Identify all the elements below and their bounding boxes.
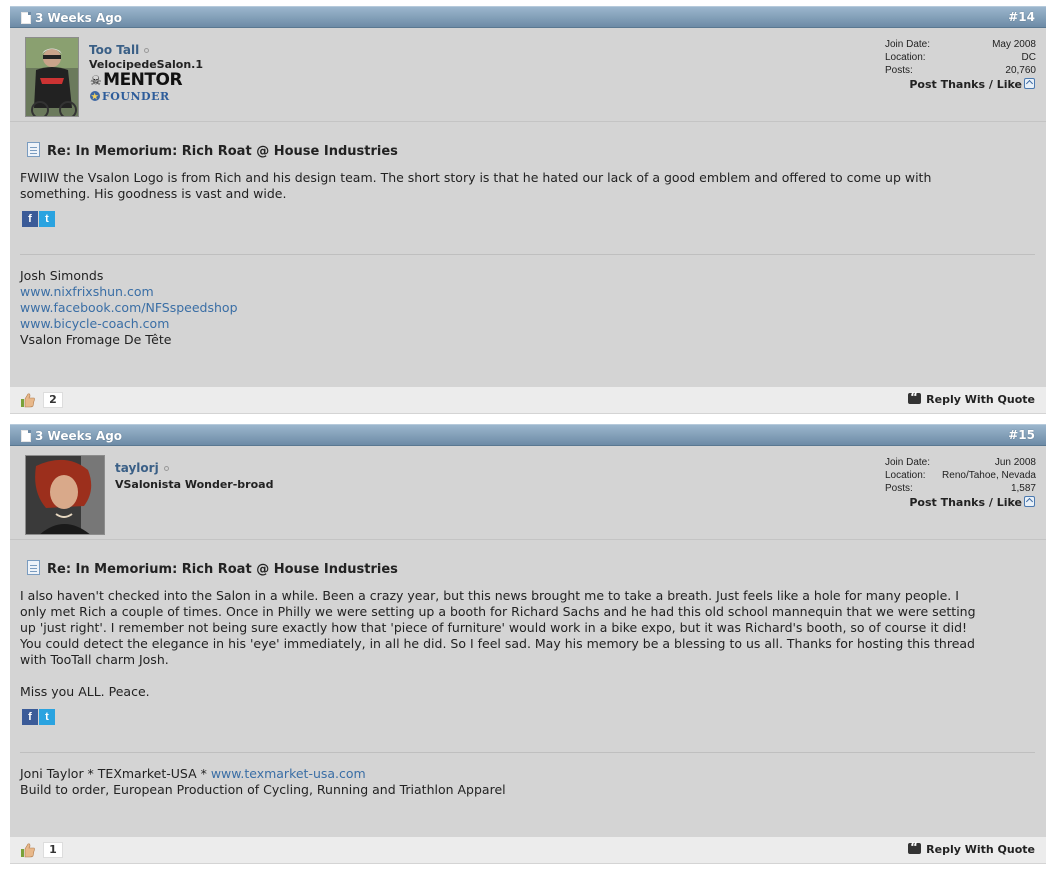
location-value: DC (1021, 52, 1036, 63)
location-label: Location: (885, 470, 926, 481)
post-title: Re: In Memorium: Rich Roat @ House Indus… (27, 142, 398, 159)
offline-status-icon (144, 48, 150, 53)
signature-divider (20, 254, 1035, 255)
reply-with-quote-button[interactable]: Reply With Quote (908, 390, 1035, 406)
post-icon (27, 142, 40, 157)
post-number-link[interactable]: #14 (1008, 10, 1035, 24)
signature-name: Josh Simonds (20, 268, 104, 283)
document-icon (21, 12, 31, 24)
avatar[interactable] (25, 455, 105, 535)
signature-link[interactable]: www.bicycle-coach.com (20, 316, 238, 332)
like-count: 1 (43, 842, 63, 858)
post-title: Re: In Memorium: Rich Roat @ House Indus… (27, 560, 398, 577)
reply-with-quote-button[interactable]: Reply With Quote (908, 840, 1035, 856)
star-icon: ★ (90, 91, 100, 101)
user-stats: Join Date: May 2008 Location: DC Posts: 20,… (885, 38, 1036, 77)
collapse-up-icon[interactable] (1024, 78, 1035, 89)
reply-with-quote-label[interactable]: Reply With Quote (926, 843, 1035, 856)
join-date-label: Join Date: (885, 457, 931, 468)
thumbs-up-icon[interactable] (20, 842, 36, 858)
thumbs-up-icon[interactable] (20, 392, 36, 408)
post-header: 3 Weeks Ago #14 (10, 6, 1046, 28)
user-info: Too Tall VelocipedeSalon.1 ☠ MENTOR ★ FOUN… (10, 28, 1046, 122)
rank-mentor-text: MENTOR (103, 70, 183, 90)
posts-label: Posts: (885, 483, 913, 494)
post-title-text: Re: In Memorium: Rich Roat @ House Indus… (47, 562, 398, 577)
signature-tagline: Vsalon Fromage De Tête (20, 332, 172, 347)
rank-founder-badge: ★ FOUNDER (90, 90, 170, 103)
share-buttons: ft (22, 207, 56, 227)
username-link[interactable]: Too Tall (89, 43, 150, 57)
like-count: 2 (43, 392, 63, 408)
join-date-label: Join Date: (885, 39, 931, 50)
location-value: Reno/Tahoe, Nevada (942, 470, 1036, 481)
body-line: with TooTall charm Josh. (20, 652, 169, 667)
post-footer: 2 Reply With Quote (10, 387, 1046, 413)
post-thanks-like[interactable]: Post Thanks / Like (909, 78, 1035, 91)
location-label: Location: (885, 52, 926, 63)
rank-founder-text: FOUNDER (102, 90, 170, 103)
signature-text: Joni Taylor * TEXmarket-USA * (20, 766, 211, 781)
user-title: VSalonista Wonder-broad (115, 478, 274, 491)
skull-icon: ☠ (90, 74, 102, 89)
signature-line: Joni Taylor * TEXmarket-USA * www.texmar… (20, 766, 506, 782)
rank-mentor-badge: ☠ MENTOR (90, 70, 183, 90)
document-icon (21, 430, 31, 442)
post-body: I also haven't checked into the Salon in… (20, 588, 1035, 700)
post-thanks-like[interactable]: Post Thanks / Like (909, 496, 1035, 509)
body-line: something. His goodness is vast and wide… (20, 186, 287, 201)
username-text[interactable]: taylorj (115, 461, 159, 475)
join-date-value: May 2008 (992, 39, 1036, 50)
signature: Joni Taylor * TEXmarket-USA * www.texmar… (20, 766, 506, 798)
twitter-share-icon[interactable]: t (39, 211, 55, 227)
signature: Josh Simonds www.nixfrixshun.com www.fac… (20, 268, 238, 348)
signature-link[interactable]: www.nixfrixshun.com (20, 284, 238, 300)
post-14: 3 Weeks Ago #14 Too Tall VelocipedeSalon… (10, 6, 1046, 414)
post-footer: 1 Reply With Quote (10, 837, 1046, 863)
user-info: taylorj VSalonista Wonder-broad Join Dat… (10, 446, 1046, 540)
twitter-share-icon[interactable]: t (39, 709, 55, 725)
posts-value: 1,587 (1010, 483, 1036, 494)
facebook-share-icon[interactable]: f (22, 709, 38, 725)
posts-value: 20,760 (1005, 65, 1036, 76)
share-buttons: ft (22, 705, 56, 725)
post-thanks-text[interactable]: Post Thanks / Like (909, 78, 1022, 91)
avatar[interactable] (25, 37, 79, 117)
offline-status-icon (163, 466, 169, 471)
body-line: up 'just right'. I remember not being su… (20, 620, 968, 635)
post-title-text: Re: In Memorium: Rich Roat @ House Indus… (47, 144, 398, 159)
post-date: 3 Weeks Ago (35, 429, 123, 443)
username-link[interactable]: taylorj (115, 461, 169, 475)
post-date: 3 Weeks Ago (35, 11, 123, 25)
body-line: I also haven't checked into the Salon in… (20, 588, 959, 603)
body-line: You could detect the elegance in his 'ey… (20, 636, 975, 651)
post-body: FWIIW the Vsalon Logo is from Rich and h… (20, 170, 1035, 202)
reply-with-quote-label[interactable]: Reply With Quote (926, 393, 1035, 406)
quote-icon (908, 840, 922, 854)
post-icon (27, 560, 40, 575)
post-number-link[interactable]: #15 (1008, 428, 1035, 442)
signature-divider (20, 752, 1035, 753)
signature-tagline: Build to order, European Production of C… (20, 782, 506, 797)
collapse-up-icon[interactable] (1024, 496, 1035, 507)
signature-link[interactable]: www.facebook.com/NFSspeedshop (20, 300, 238, 316)
user-stats: Join Date: Jun 2008 Location: Reno/Tahoe, … (885, 456, 1036, 495)
facebook-share-icon[interactable]: f (22, 211, 38, 227)
body-line: Miss you ALL. Peace. (20, 684, 150, 699)
join-date-value: Jun 2008 (994, 457, 1036, 468)
post-thanks-text[interactable]: Post Thanks / Like (909, 496, 1022, 509)
quote-icon (908, 390, 922, 404)
signature-link[interactable]: www.texmarket-usa.com (211, 766, 366, 781)
posts-label: Posts: (885, 65, 913, 76)
username-text[interactable]: Too Tall (89, 43, 139, 57)
body-line: only met Rich a couple of times. Once in… (20, 604, 976, 619)
post-15: 3 Weeks Ago #15 taylorj VSalonista Wonde… (10, 424, 1046, 864)
body-line: FWIIW the Vsalon Logo is from Rich and h… (20, 170, 932, 185)
post-header: 3 Weeks Ago #15 (10, 424, 1046, 446)
